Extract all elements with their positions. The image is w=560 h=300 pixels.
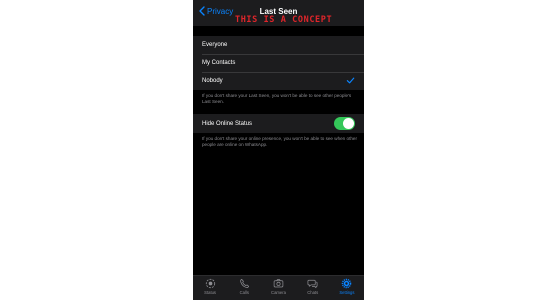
tab-camera[interactable]: Camera xyxy=(261,276,295,300)
tab-label: Status xyxy=(204,290,217,295)
option-everyone[interactable]: Everyone xyxy=(193,36,364,54)
tab-status[interactable]: Status xyxy=(193,276,227,300)
tab-settings[interactable]: Settings xyxy=(330,276,364,300)
chats-icon xyxy=(307,279,318,289)
camera-icon xyxy=(273,279,284,288)
phone-icon xyxy=(240,279,249,288)
tab-label: Settings xyxy=(339,290,355,295)
concept-watermark: THIS IS A CONCEPT xyxy=(235,15,333,25)
tab-label: Camera xyxy=(271,290,286,295)
gear-icon xyxy=(342,278,352,289)
tab-label: Calls xyxy=(239,290,249,295)
checkmark-icon xyxy=(346,77,355,84)
option-label: My Contacts xyxy=(202,60,236,66)
hide-online-status-label: Hide Online Status xyxy=(202,120,253,127)
last-seen-footer: If you don't share your Last Seen, you w… xyxy=(202,93,352,105)
status-icon xyxy=(205,278,215,289)
tab-bar: Status Calls Camera Chats Settings xyxy=(193,275,364,300)
toggle-knob xyxy=(343,118,354,129)
tab-label: Chats xyxy=(307,290,319,295)
option-label: Nobody xyxy=(202,78,223,84)
hide-online-status-toggle[interactable] xyxy=(334,117,355,130)
online-status-group: Hide Online Status xyxy=(193,114,364,133)
phone-screen: Privacy Last Seen THIS IS A CONCEPT Ever… xyxy=(193,0,364,300)
online-status-footer: If you don't share your online presence,… xyxy=(202,136,357,148)
option-my-contacts[interactable]: My Contacts xyxy=(193,54,364,72)
hide-online-status-row: Hide Online Status xyxy=(193,114,364,133)
option-label: Everyone xyxy=(202,42,228,48)
last-seen-options: Everyone My Contacts Nobody xyxy=(193,36,364,90)
tab-chats[interactable]: Chats xyxy=(296,276,330,300)
option-nobody[interactable]: Nobody xyxy=(193,72,364,90)
tab-calls[interactable]: Calls xyxy=(227,276,261,300)
